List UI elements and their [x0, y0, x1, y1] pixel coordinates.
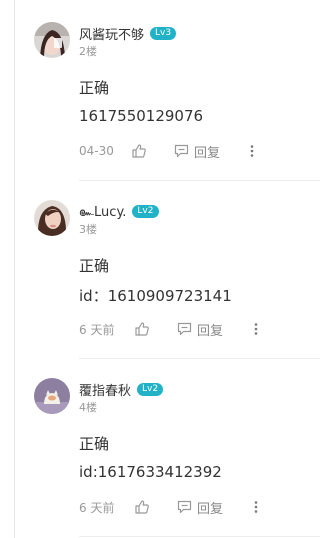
more-options-button[interactable] [249, 142, 255, 160]
divider [79, 358, 320, 359]
reply-bubble-icon [177, 322, 192, 336]
reply-bubble-icon [174, 144, 189, 158]
reply-button[interactable]: 回复 [177, 320, 224, 339]
comment-text-line: 正确 [79, 79, 110, 97]
avatar[interactable] [34, 200, 70, 236]
thumbs-up-icon [132, 144, 146, 158]
more-options-button[interactable] [253, 498, 259, 516]
floor-number: 4楼 [79, 401, 97, 414]
user-info-row: 覆指春秋 Lv2 [79, 380, 164, 399]
reply-label: 回复 [197, 501, 224, 517]
level-badge: Lv2 [137, 382, 164, 396]
user-info-row: ๛Lucy. Lv2 [79, 202, 159, 220]
more-vertical-icon [254, 501, 258, 513]
divider [79, 180, 320, 181]
like-button[interactable] [134, 320, 150, 338]
reply-button[interactable]: 回复 [174, 142, 221, 161]
like-button[interactable] [134, 498, 150, 516]
comment-text-line: 正确 [79, 257, 110, 275]
username[interactable]: ๛Lucy. [79, 201, 126, 222]
left-border-rule [14, 0, 15, 538]
floor-number: 3楼 [79, 223, 97, 236]
like-button[interactable] [131, 142, 147, 160]
user-info-row: 风酱玩不够 Lv3 [79, 24, 177, 43]
divider [79, 536, 320, 537]
username[interactable]: 覆指春秋 [79, 380, 131, 399]
more-vertical-icon [254, 323, 258, 335]
comment-text-line: id:1617633412392 [79, 463, 222, 481]
comment-time: 04-30 [79, 144, 114, 158]
thumbs-up-icon [135, 322, 149, 336]
comment-text-line: id：1610909723141 [79, 287, 232, 305]
level-badge: Lv2 [132, 204, 159, 218]
more-vertical-icon [250, 145, 254, 157]
reply-button[interactable]: 回复 [177, 498, 224, 517]
avatar[interactable] [34, 378, 70, 414]
comment-list: 风酱玩不够 Lv3 2楼 正确 1617550129076 04-30 回复 ๛… [0, 0, 320, 538]
thumbs-up-icon [135, 500, 149, 514]
reply-label: 回复 [194, 145, 221, 161]
avatar[interactable] [34, 22, 70, 58]
reply-bubble-icon [177, 500, 192, 514]
reply-label: 回复 [197, 323, 224, 339]
username[interactable]: 风酱玩不够 [79, 24, 144, 43]
level-badge: Lv3 [150, 26, 177, 40]
more-options-button[interactable] [253, 320, 259, 338]
comment-time: 6 天前 [79, 322, 115, 337]
floor-number: 2楼 [79, 45, 97, 58]
comment-text-line: 正确 [79, 435, 110, 453]
comment-time: 6 天前 [79, 500, 115, 515]
comment-text-line: 1617550129076 [79, 107, 204, 125]
